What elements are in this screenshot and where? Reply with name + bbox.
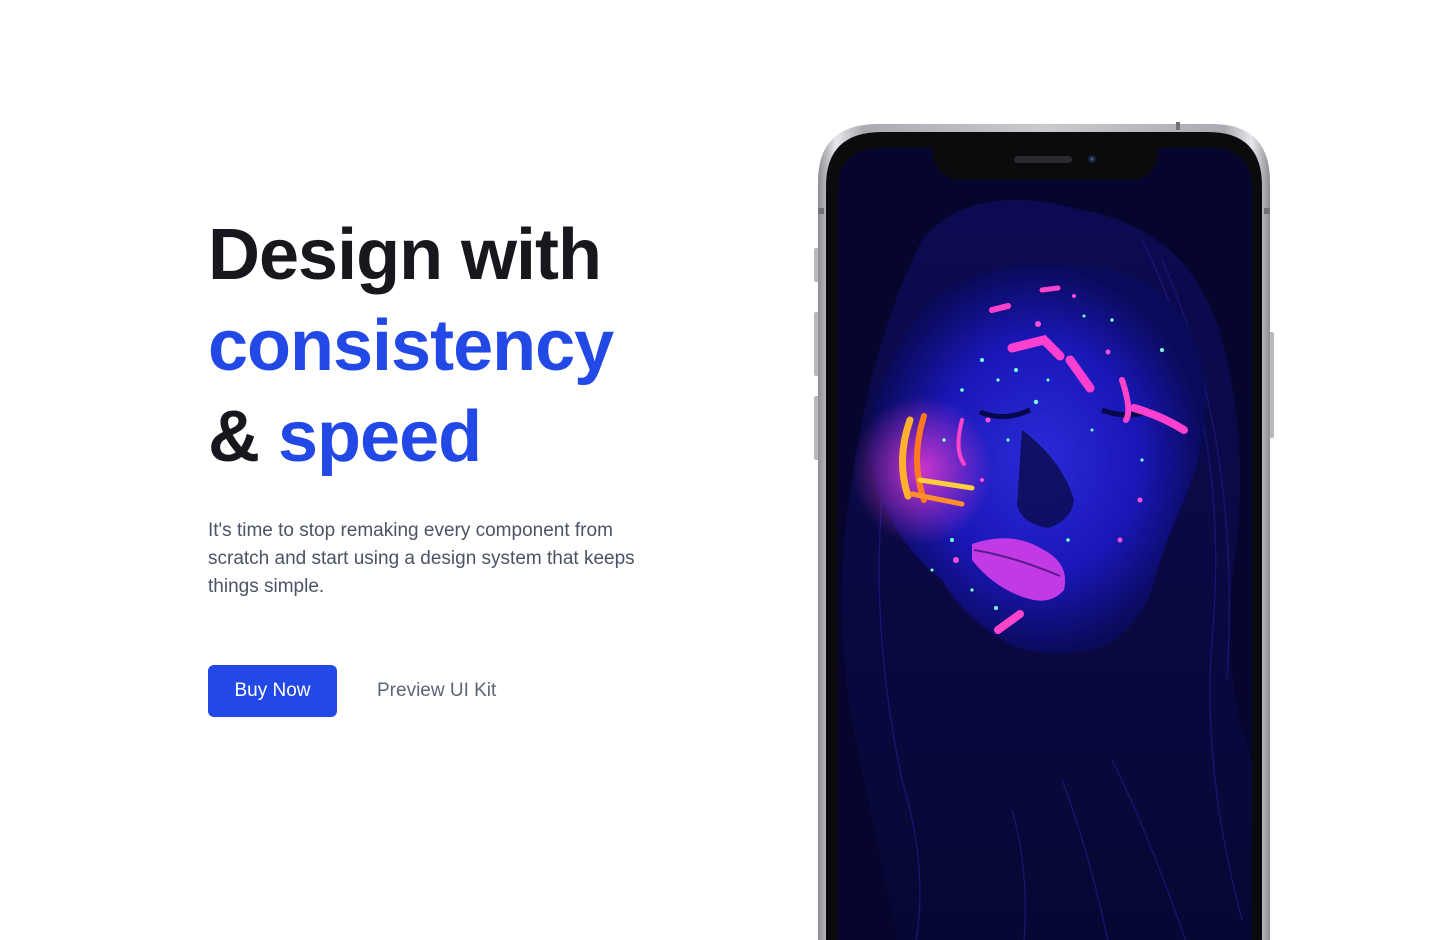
smartphone-frame-icon <box>814 122 1274 940</box>
headline-line-1: Design with <box>208 215 602 295</box>
headline-line-3-prefix: & <box>208 397 278 477</box>
landing-page: Design with consistency & speed It's tim… <box>0 0 1440 940</box>
buy-now-button[interactable]: Buy Now <box>208 665 337 717</box>
hero-copy: Design with consistency & speed <box>208 210 728 483</box>
hero-actions: Buy Now Preview UI Kit <box>208 665 496 717</box>
headline-line-3: & speed <box>208 392 728 483</box>
hero-lead-text: It's time to stop remaking every compone… <box>208 520 635 597</box>
phone-notch <box>932 147 1158 180</box>
headline-line-3-accent: speed <box>278 397 482 477</box>
hero-headline: Design with consistency & speed <box>208 210 728 483</box>
headline-line-2: consistency <box>208 306 614 386</box>
speaker-grille <box>1014 156 1072 163</box>
preview-ui-kit-link[interactable]: Preview UI Kit <box>377 680 496 702</box>
phone-mockup <box>812 120 1276 940</box>
